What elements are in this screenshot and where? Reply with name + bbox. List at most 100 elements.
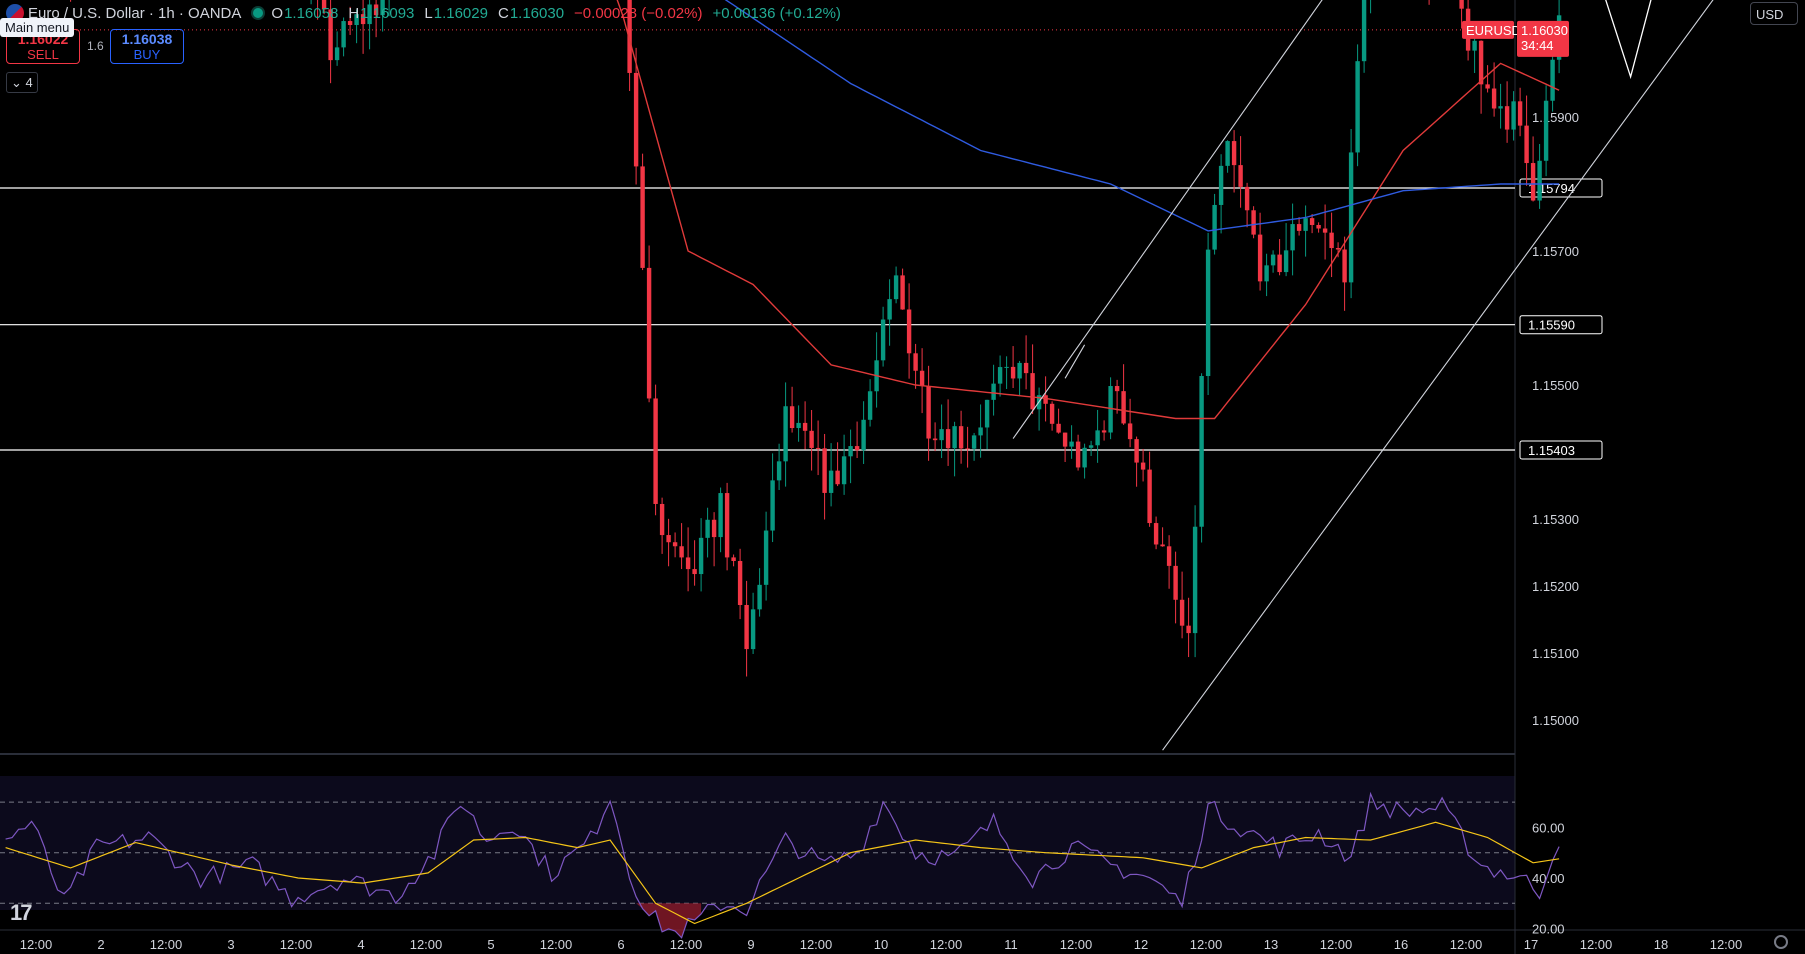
candle-body: [1491, 88, 1497, 109]
time-axis-tick: 12:00: [800, 937, 833, 952]
candle-body: [1517, 101, 1523, 126]
low-label: L: [424, 4, 433, 22]
candle-body: [1218, 165, 1224, 205]
candle-body: [887, 299, 892, 320]
candle-body: [1478, 40, 1484, 85]
time-axis-tick: 12:00: [1710, 937, 1743, 952]
candle-body: [1225, 141, 1230, 166]
time-axis-tick: 12:00: [20, 937, 53, 952]
candle-body: [926, 386, 931, 439]
change-value-2: +0.00136 (+0.12%): [712, 4, 841, 22]
candle-body: [737, 561, 743, 605]
candle-body: [750, 609, 756, 650]
time-axis-tick: 16: [1394, 937, 1408, 952]
currency-button[interactable]: USD: [1750, 2, 1798, 25]
candle-body: [906, 309, 912, 354]
candle-body: [828, 470, 834, 493]
candle-body: [1023, 362, 1029, 374]
price-axis-tick: 1.15500: [1532, 378, 1579, 393]
candle-body: [1361, 0, 1367, 62]
candle-body: [952, 426, 957, 449]
time-axis-tick: 9: [747, 937, 754, 952]
candle-body: [1017, 362, 1022, 379]
time-axis-tick: 12:00: [1190, 937, 1223, 952]
candle-body: [893, 275, 899, 300]
candle-body: [1192, 526, 1198, 634]
candle: [724, 482, 730, 571]
candle-body: [1485, 84, 1490, 89]
indicators-toggle[interactable]: ⌄ 4: [6, 72, 38, 93]
candle-body: [880, 319, 886, 361]
candle-body: [1342, 249, 1347, 283]
candle-body: [900, 275, 905, 310]
candle-body: [1140, 462, 1146, 470]
candle-body: [724, 493, 730, 558]
candle: [1199, 373, 1204, 543]
candle-body: [672, 542, 678, 547]
candle-body: [913, 353, 918, 371]
time-axis-tick: 12:00: [1580, 937, 1613, 952]
candle-body: [984, 399, 990, 428]
price-axis-tick: 1.15700: [1532, 244, 1579, 259]
price-axis-tick: 1.15100: [1532, 646, 1579, 661]
tradingview-logo[interactable]: 17: [10, 900, 33, 926]
price-axis-tick: 1.15900: [1532, 110, 1579, 125]
candle-body: [1257, 234, 1263, 282]
candle-body: [971, 435, 977, 449]
candle-body: [1264, 265, 1269, 282]
candle-body: [1472, 40, 1477, 51]
time-axis-tick: 12:00: [670, 937, 703, 952]
candle: [653, 384, 658, 516]
candle-body: [1244, 186, 1250, 211]
candle-body: [659, 503, 665, 536]
candle-body: [978, 427, 983, 436]
candle-body: [1530, 163, 1536, 201]
buy-price: 1.16038: [121, 31, 173, 47]
candle-body: [1199, 376, 1204, 527]
time-axis-tick: 17: [1524, 937, 1538, 952]
candle-body: [1283, 250, 1289, 273]
candle-body: [705, 519, 710, 538]
high-label: H: [348, 4, 360, 22]
last-price-value: 1.16030: [1521, 23, 1568, 38]
candle-body: [932, 438, 938, 441]
candle: [640, 153, 645, 271]
low-value: 1.16029: [433, 4, 488, 22]
sell-label: SELL: [27, 47, 59, 62]
candle-body: [1056, 423, 1061, 433]
candle-body: [718, 493, 723, 538]
candle-body: [1511, 101, 1516, 130]
candle-body: [1231, 141, 1237, 166]
candle-body: [835, 470, 840, 485]
candle-body: [783, 406, 788, 462]
candle-body: [633, 72, 639, 167]
time-axis-tick: 12:00: [1450, 937, 1483, 952]
candle-body: [822, 448, 827, 493]
main-menu-tooltip: Main menu: [0, 18, 75, 37]
candle-body: [789, 406, 795, 429]
change-value: −0.00028 (−0.02%): [574, 4, 703, 22]
candle-body: [991, 383, 996, 400]
time-axis-tick: 12:00: [1060, 937, 1093, 952]
candle-body: [802, 422, 808, 431]
time-axis-tick: 12:00: [410, 937, 443, 952]
market-open-icon: [253, 8, 264, 18]
indicators-count: 4: [25, 75, 33, 90]
candle-body: [945, 429, 951, 449]
candle-body: [919, 370, 925, 387]
candle: [1251, 206, 1256, 239]
close-value: 1.16030: [509, 4, 565, 22]
chart-canvas[interactable]: 1.169001.168001.167001.166001.165001.164…: [0, 0, 1805, 954]
candle-body: [1290, 224, 1295, 251]
candle-body: [653, 398, 658, 504]
price-axis-tick: 1.15200: [1532, 579, 1579, 594]
candle-body: [1537, 160, 1542, 201]
buy-button[interactable]: 1.16038 BUY: [110, 29, 184, 64]
gear-icon[interactable]: [1774, 935, 1788, 949]
candle-body: [1166, 546, 1172, 566]
candle-body: [1270, 254, 1276, 266]
open-label: O: [271, 4, 284, 22]
candle-body: [1498, 106, 1503, 109]
candle-body: [1543, 100, 1549, 161]
candle-body: [1251, 210, 1256, 235]
